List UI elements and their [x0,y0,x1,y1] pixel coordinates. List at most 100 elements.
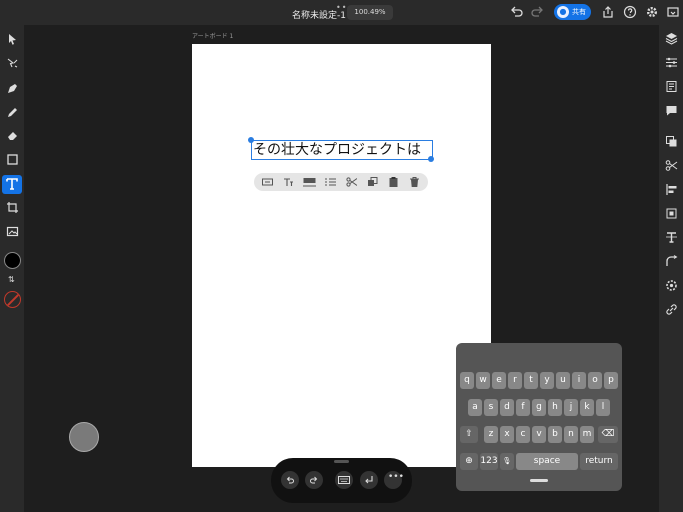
floating-keyboard: q w e r t y u i o p a s d f g h j k l ⇧ z x c v b n m ⌫ ⊕ 123 🎙 space re… [456,343,622,491]
pencil-tool-icon[interactable] [6,106,19,119]
shape-tool-icon[interactable] [6,153,19,166]
text-options-icon[interactable] [262,176,273,188]
user-icon: ● [557,6,569,18]
scissors-icon[interactable] [665,159,678,172]
more-icon: ••• [388,472,404,482]
right-panel [659,25,683,512]
key-x[interactable]: x [500,426,514,443]
document-title[interactable]: 名称未設定-1 [292,8,346,21]
numbers-key[interactable]: 123 [480,453,498,470]
key-h[interactable]: h [548,399,562,416]
preview-icon[interactable] [666,5,680,19]
artboard-label: アートボード 1 [192,33,234,40]
cut-icon[interactable] [346,176,357,188]
key-k[interactable]: k [580,399,594,416]
redo-icon [310,476,318,484]
key-w[interactable]: w [476,372,490,389]
redo-icon[interactable] [531,5,545,19]
key-y[interactable]: y [540,372,554,389]
key-i[interactable]: i [572,372,586,389]
font-size-icon[interactable] [283,176,294,188]
text-content[interactable]: その壮大なプロジェクトは [253,141,421,159]
key-c[interactable]: c [516,426,530,443]
duplicate-icon[interactable] [367,176,378,188]
enter-button[interactable] [360,471,378,489]
pathfinder-icon[interactable] [665,255,678,268]
key-r[interactable]: r [508,372,522,389]
help-icon[interactable] [623,5,637,19]
context-toolbar [254,173,428,191]
redo-button[interactable] [305,471,323,489]
keyboard-drag-handle[interactable] [530,479,548,482]
fill-color-swatch[interactable] [4,252,21,269]
copy-icon[interactable] [665,135,678,148]
libraries-icon[interactable] [665,80,678,93]
key-e[interactable]: e [492,372,506,389]
export-icon[interactable] [601,5,615,19]
key-g[interactable]: g [532,399,546,416]
stroke-color-swatch[interactable] [4,291,21,308]
key-s[interactable]: s [484,399,498,416]
keyboard-icon [338,476,350,484]
shift-key[interactable]: ⇧ [460,426,478,443]
undo-button[interactable] [281,471,299,489]
key-q[interactable]: q [460,372,474,389]
key-z[interactable]: z [484,426,498,443]
key-f[interactable]: f [516,399,530,416]
align-icon[interactable] [665,183,678,196]
undo-icon[interactable] [509,5,523,19]
key-t[interactable]: t [524,372,538,389]
selection-handle-end[interactable] [428,156,434,162]
select-tool-icon[interactable] [6,33,19,46]
selection-handle-start[interactable] [248,137,254,143]
direct-select-tool-icon[interactable] [6,57,19,70]
key-u[interactable]: u [556,372,570,389]
bottom-toolbar: ••• [271,458,412,503]
key-p[interactable]: p [604,372,618,389]
touch-shortcut-button[interactable] [69,422,99,452]
space-key[interactable]: space [516,453,578,470]
pen-tool-icon[interactable] [6,82,19,95]
type-tool-icon [6,178,18,190]
more-button[interactable]: ••• [384,471,404,489]
properties-icon[interactable] [665,56,678,69]
share-label: 共有 [572,8,586,16]
transform-icon[interactable] [665,207,678,220]
top-bar: ••• 名称未設定-1 100.49% ● 共有 [0,0,683,25]
text-icon[interactable] [665,231,678,244]
text-frame[interactable]: その壮大なプロジェクトは [251,140,433,160]
key-d[interactable]: d [500,399,514,416]
swap-colors-icon[interactable]: ⇅ [8,275,15,284]
character-spacing-icon[interactable] [303,176,316,188]
enter-icon [365,476,373,484]
share-button[interactable]: ● 共有 [554,4,591,20]
key-m[interactable]: m [580,426,594,443]
key-b[interactable]: b [548,426,562,443]
microphone-key[interactable]: 🎙 [500,453,514,470]
type-tool-button[interactable] [2,175,22,194]
return-key[interactable]: return [580,453,618,470]
list-icon[interactable] [325,176,336,188]
crop-tool-icon[interactable] [6,201,19,214]
zoom-level[interactable]: 100.49% [347,5,393,20]
key-n[interactable]: n [564,426,578,443]
eraser-tool-icon[interactable] [6,129,19,142]
key-o[interactable]: o [588,372,602,389]
key-l[interactable]: l [596,399,610,416]
backspace-key[interactable]: ⌫ [598,426,618,443]
globe-key[interactable]: ⊕ [460,453,478,470]
key-a[interactable]: a [468,399,482,416]
keyboard-button[interactable] [335,471,353,489]
image-tool-icon[interactable] [6,225,19,238]
key-j[interactable]: j [564,399,578,416]
key-v[interactable]: v [532,426,546,443]
toolbar-grip[interactable] [334,460,349,463]
artboard[interactable] [192,44,491,467]
settings-icon[interactable] [645,5,659,19]
comments-icon[interactable] [665,104,678,117]
link-icon[interactable] [665,303,678,316]
paste-icon[interactable] [388,176,399,188]
layers-icon[interactable] [665,32,678,45]
delete-icon[interactable] [409,176,420,188]
effects-icon[interactable] [665,279,678,292]
